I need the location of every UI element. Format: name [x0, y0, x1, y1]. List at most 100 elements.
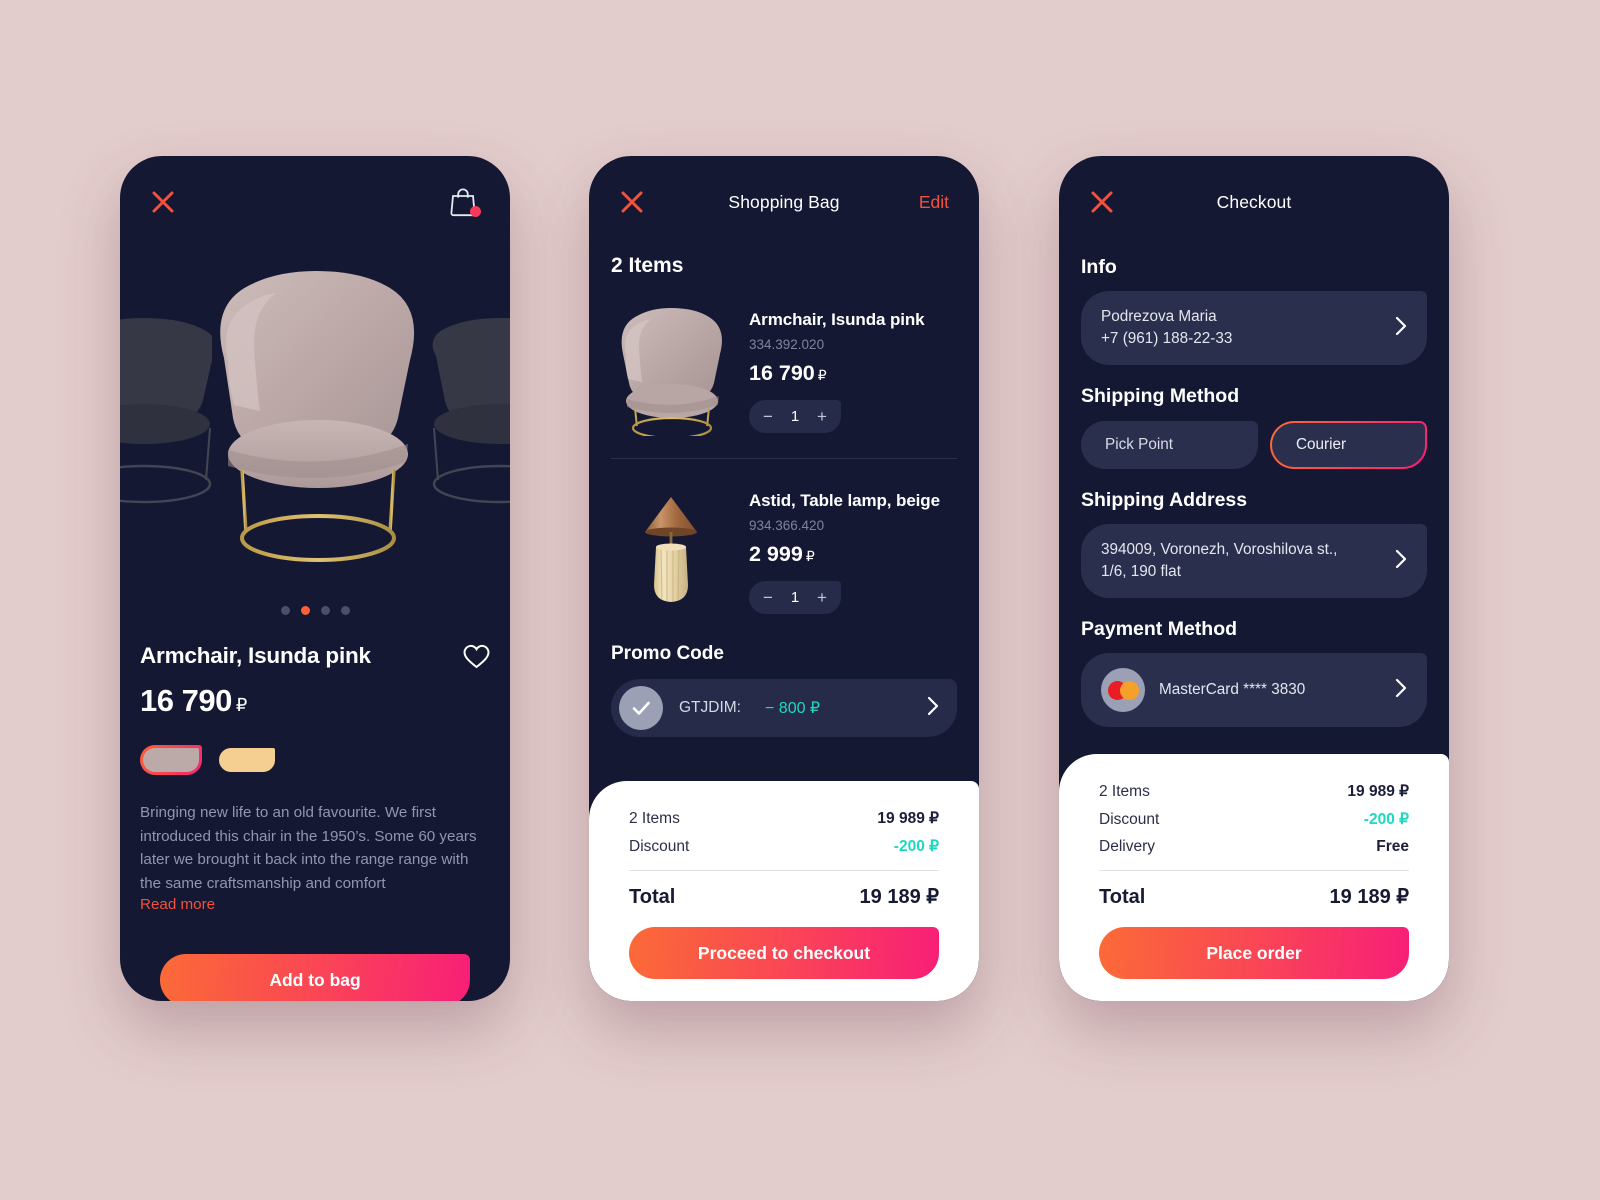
summary-row: Discount -200 ₽ [1099, 810, 1409, 829]
product-screen: Armchair, Isunda pink 16 790 ₽ Bringing n… [120, 156, 510, 1001]
product-hero-image[interactable] [194, 258, 436, 578]
swatch-beige-chip [219, 748, 275, 772]
decrease-quantity-button[interactable]: − [753, 401, 783, 432]
total-label: Total [1099, 886, 1146, 908]
shipping-address-heading: Shipping Address [1081, 489, 1248, 511]
bag-item-info: Astid, Table lamp, beige 934.366.420 2 9… [749, 487, 957, 617]
bag-item-sku: 934.366.420 [749, 518, 825, 533]
payment-method-heading: Payment Method [1081, 618, 1238, 640]
checkout-summary-card: 2 Items 19 989 ₽ Discount -200 ₽ Deliver… [1059, 754, 1449, 1001]
bag-topbar: Shopping Bag Edit [589, 156, 979, 248]
product-topbar [120, 156, 510, 248]
gallery-dots[interactable] [120, 606, 510, 615]
checkout-topbar: Checkout [1059, 156, 1449, 248]
summary-row: Delivery Free [1099, 838, 1409, 856]
shopping-bag-icon[interactable] [446, 185, 481, 219]
product-gallery[interactable] [120, 248, 510, 600]
bag-item-price-value: 16 790 [749, 361, 815, 385]
decrease-quantity-button[interactable]: − [753, 582, 783, 613]
shipping-address-lines: 394009, Voronezh, Voroshilova st., 1/6, … [1101, 539, 1381, 583]
bag-item-image[interactable] [611, 306, 731, 440]
summary-label: 2 Items [629, 810, 680, 827]
items-count-label: 2 Items [611, 254, 684, 277]
bag-summary-card: 2 Items 19 989 ₽ Discount -200 ₽ Total 1… [589, 781, 979, 1001]
chevron-right-icon[interactable] [927, 696, 939, 721]
summary-label: 2 Items [1099, 783, 1150, 800]
quantity-stepper: − 1 + [749, 400, 841, 433]
place-order-button[interactable]: Place order [1099, 927, 1409, 979]
address-line-1: 394009, Voronezh, Voroshilova st., [1101, 541, 1338, 558]
product-price: 16 790 ₽ [140, 683, 490, 719]
swatch-pink[interactable] [140, 745, 202, 775]
swatch-beige[interactable] [216, 745, 278, 775]
summary-row: 2 Items 19 989 ₽ [629, 809, 939, 828]
promo-code-value: GTJDIM: [679, 699, 741, 716]
close-icon[interactable] [619, 189, 645, 215]
bag-item-name: Astid, Table lamp, beige [749, 491, 940, 510]
summary-row: 2 Items 19 989 ₽ [1099, 782, 1409, 801]
increase-quantity-button[interactable]: + [807, 401, 837, 432]
summary-value: 19 989 ₽ [1347, 783, 1409, 800]
bag-item-row: Astid, Table lamp, beige 934.366.420 2 9… [611, 459, 957, 617]
page-title: Checkout [1216, 191, 1292, 212]
shipping-method-heading: Shipping Method [1081, 385, 1240, 407]
summary-label: Delivery [1099, 838, 1155, 855]
check-icon [619, 686, 663, 730]
close-icon[interactable] [150, 189, 176, 215]
summary-value: 19 989 ₽ [877, 810, 939, 827]
chevron-right-icon[interactable] [1395, 678, 1407, 703]
quantity-stepper: − 1 + [749, 581, 841, 614]
bag-item-info: Armchair, Isunda pink 334.392.020 16 790… [749, 306, 957, 436]
summary-total-row: Total 19 189 ₽ [1099, 884, 1409, 909]
increase-quantity-button[interactable]: + [807, 582, 837, 613]
chevron-right-icon[interactable] [1395, 549, 1407, 574]
heart-icon[interactable] [463, 644, 490, 669]
shipping-option-pick-point[interactable]: Pick Point [1081, 421, 1258, 469]
customer-name: Podrezova Maria [1101, 308, 1217, 325]
bag-item-image[interactable] [611, 487, 731, 617]
info-card[interactable]: Podrezova Maria +7 (961) 188-22-33 [1081, 291, 1427, 365]
info-heading: Info [1081, 256, 1117, 278]
total-label: Total [629, 886, 676, 908]
gallery-dot-2[interactable] [300, 606, 310, 615]
add-to-bag-button[interactable]: Add to bag [160, 954, 470, 1001]
product-description: Bringing new life to an old favourite. W… [140, 804, 477, 892]
close-icon[interactable] [1089, 189, 1115, 215]
gallery-dot-1[interactable] [280, 606, 290, 615]
screenshot-canvas: Armchair, Isunda pink 16 790 ₽ Bringing n… [0, 0, 1600, 1200]
product-price-value: 16 790 [140, 683, 232, 718]
shipping-option-courier[interactable]: Courier [1270, 421, 1427, 469]
shopping-bag-screen: Shopping Bag Edit 2 Items Armchair, Isun… [589, 156, 979, 1001]
summary-value: -200 ₽ [893, 838, 939, 855]
quantity-value: 1 [790, 589, 800, 606]
total-value: 19 189 ₽ [1329, 886, 1409, 908]
bag-item-name: Armchair, Isunda pink [749, 310, 925, 329]
proceed-to-checkout-button[interactable]: Proceed to checkout [629, 927, 939, 979]
checkout-content: Info Podrezova Maria +7 (961) 188-22-33 … [1059, 256, 1449, 727]
gallery-dot-3[interactable] [320, 606, 330, 615]
bag-item-price: 2 999 ₽ [749, 542, 957, 567]
promo-code-row[interactable]: GTJDIM: − 800 ₽ [611, 679, 957, 737]
bag-item-row: Armchair, Isunda pink 334.392.020 16 790… [611, 278, 957, 440]
product-details: Armchair, Isunda pink 16 790 ₽ Bringing n… [120, 615, 510, 914]
payment-card-label: MasterCard **** 3830 [1159, 681, 1306, 698]
shipping-address-card[interactable]: 394009, Voronezh, Voroshilova st., 1/6, … [1081, 524, 1427, 598]
payment-method-card[interactable]: MasterCard **** 3830 [1081, 653, 1427, 727]
color-swatches [140, 745, 490, 775]
bag-item-price-currency: ₽ [805, 548, 815, 564]
product-title: Armchair, Isunda pink [140, 643, 371, 668]
address-line-2: 1/6, 190 flat [1101, 563, 1181, 580]
bag-badge-dot [470, 206, 481, 217]
payment-card-lines: MasterCard **** 3830 [1159, 679, 1381, 701]
read-more-link[interactable]: Read more [140, 896, 215, 913]
swatch-pink-chip [143, 748, 199, 772]
quantity-value: 1 [790, 408, 800, 425]
bag-item-price: 16 790 ₽ [749, 361, 957, 386]
product-price-currency: ₽ [235, 695, 247, 715]
summary-row: Discount -200 ₽ [629, 837, 939, 856]
summary-value: -200 ₽ [1363, 811, 1409, 828]
edit-button[interactable]: Edit [919, 192, 949, 213]
gallery-dot-4[interactable] [340, 606, 350, 615]
customer-phone: +7 (961) 188-22-33 [1101, 330, 1233, 347]
chevron-right-icon[interactable] [1395, 316, 1407, 341]
